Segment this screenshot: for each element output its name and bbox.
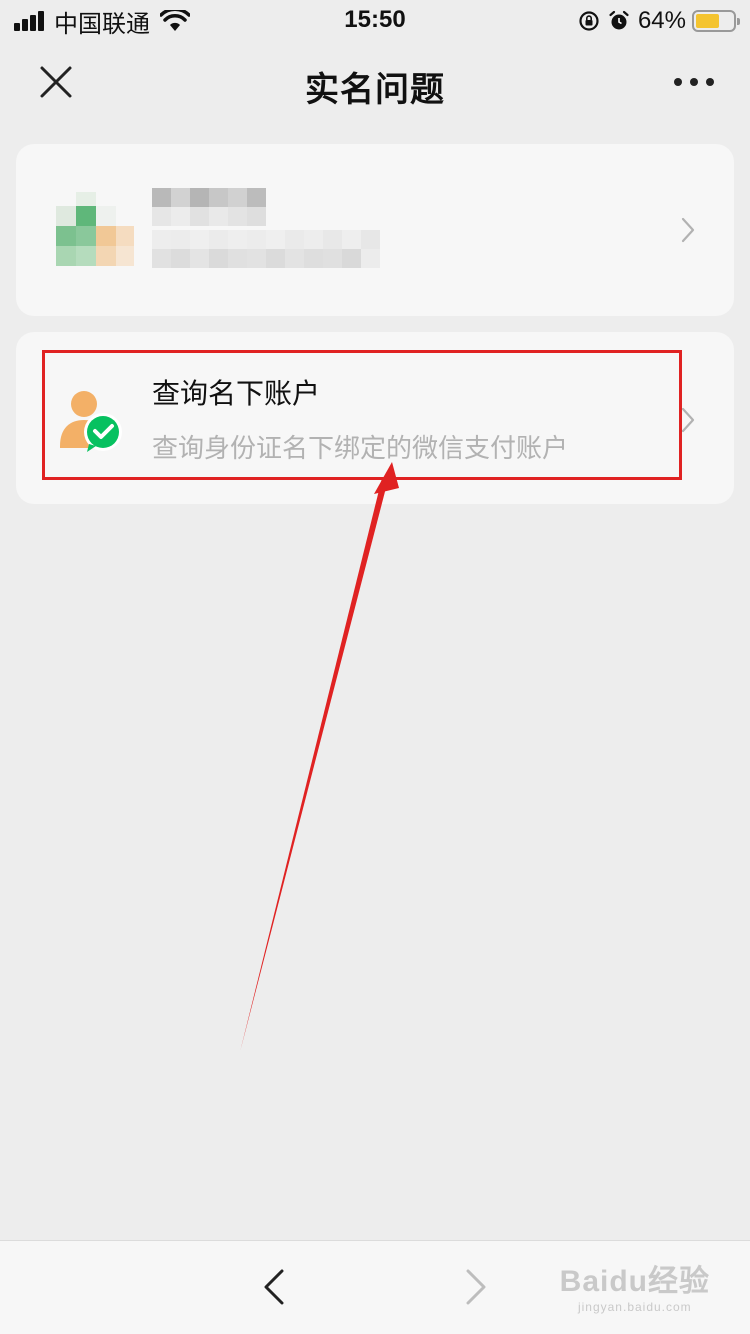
watermark-main: Baidu经验: [559, 1265, 710, 1298]
baidu-watermark: Baidu经验 jingyan.baidu.com: [560, 1256, 710, 1314]
rotation-lock-icon: [579, 11, 599, 31]
alarm-icon: [609, 10, 629, 30]
account-card[interactable]: [16, 144, 734, 316]
blurred-account-info: [152, 188, 380, 268]
page-title: 实名问题: [305, 71, 445, 109]
chevron-right-icon: [681, 407, 695, 433]
chevron-left-icon[interactable]: [258, 1267, 290, 1307]
status-right: 64%: [578, 6, 740, 36]
battery-fill: [696, 14, 720, 28]
status-bar: 中国联通 15:50 64%: [0, 0, 750, 40]
blurred-avatar: [56, 192, 136, 268]
nav-bar: 实名问题: [0, 40, 750, 128]
battery-percent: 64%: [637, 7, 686, 34]
watermark-sub: jingyan.baidu.com: [577, 1300, 692, 1314]
more-icon[interactable]: [674, 74, 714, 90]
chevron-right-icon[interactable]: [460, 1267, 492, 1307]
chevron-right-icon: [681, 217, 695, 243]
annotation-highlight-box: [42, 350, 682, 480]
battery-icon: [692, 10, 740, 32]
